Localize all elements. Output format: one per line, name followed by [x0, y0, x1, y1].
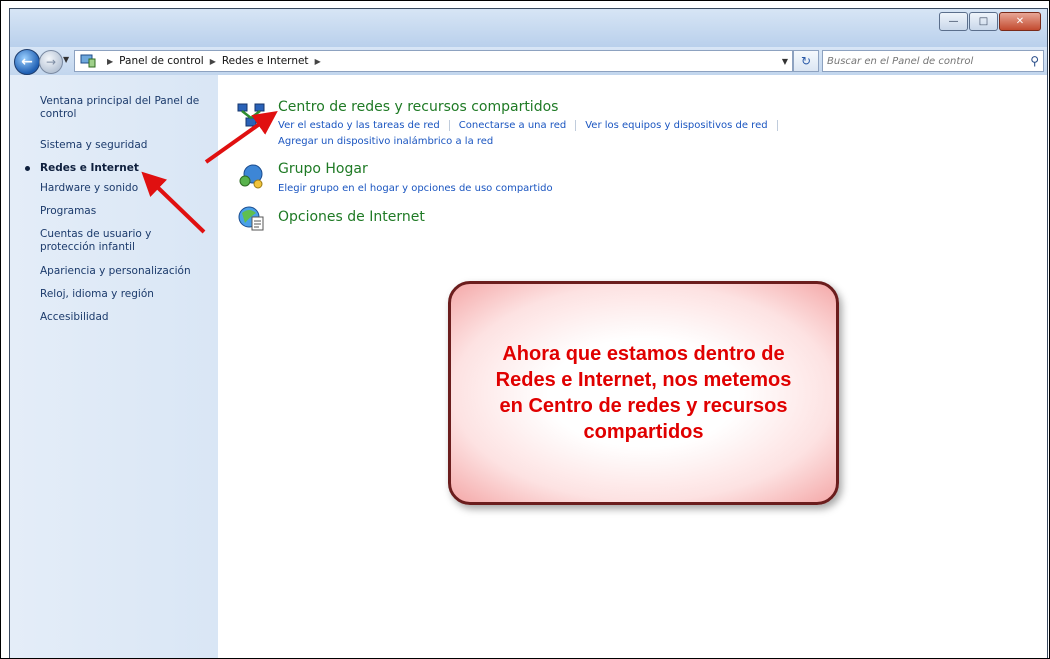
tutorial-callout: Ahora que estamos dentro de Redes e Inte…: [448, 281, 839, 505]
search-input[interactable]: [823, 52, 1019, 70]
network-center-icon[interactable]: [236, 100, 266, 130]
forward-button[interactable]: →: [39, 50, 63, 74]
close-button[interactable]: ✕: [999, 12, 1041, 31]
internet-options-icon[interactable]: [236, 203, 266, 233]
sidebar-item-hardware-sound[interactable]: Hardware y sonido: [40, 182, 210, 195]
maximize-button[interactable]: □: [969, 12, 998, 31]
homegroup-icon[interactable]: [236, 161, 266, 191]
category-links-network-center: Ver el estado y las tareas de red Conect…: [278, 120, 787, 131]
sidebar-item-control-panel-home[interactable]: Ventana principal del Panel de control: [40, 95, 210, 121]
breadcrumb-separator-icon[interactable]: ▶: [107, 57, 113, 66]
back-button[interactable]: ←: [14, 49, 40, 75]
recent-pages-dropdown-icon[interactable]: ▼: [63, 55, 69, 64]
link-divider: [776, 120, 778, 131]
sidebar-item-clock-language[interactable]: Reloj, idioma y región: [40, 288, 210, 301]
navigation-bar: ← → ▼ ▶ Panel de control ▶ Redes e Inter…: [10, 47, 1047, 75]
link-view-network-devices[interactable]: Ver los equipos y dispositivos de red: [585, 120, 767, 131]
control-panel-icon: [79, 54, 97, 68]
breadcrumb-item-network[interactable]: Redes e Internet: [222, 55, 309, 67]
link-connect-to-network[interactable]: Conectarse a una red: [459, 120, 566, 131]
link-divider: [448, 120, 450, 131]
sidebar-item-user-accounts[interactable]: Cuentas de usuario y protección infantil: [40, 228, 190, 254]
window-controls: — □ ✕: [938, 12, 1041, 31]
sidebar: Ventana principal del Panel de control S…: [10, 75, 218, 658]
link-choose-homegroup[interactable]: Elegir grupo en el hogar y opciones de u…: [278, 183, 553, 194]
callout-text: Ahora que estamos dentro de Redes e Inte…: [495, 343, 792, 443]
search-box: ⚲: [822, 50, 1044, 72]
address-bar[interactable]: ▶ Panel de control ▶ Redes e Internet ▶ …: [74, 50, 793, 72]
active-bullet-icon: [25, 166, 30, 171]
category-links-network-center-row2: Agregar un dispositivo inalámbrico a la …: [278, 136, 493, 147]
minimize-button[interactable]: —: [939, 12, 968, 31]
link-divider: [575, 120, 577, 131]
category-title-network-center[interactable]: Centro de redes y recursos compartidos: [278, 99, 558, 115]
search-icon[interactable]: ⚲: [1030, 54, 1039, 68]
title-bar: — □ ✕: [10, 9, 1047, 47]
sidebar-item-accessibility[interactable]: Accesibilidad: [40, 311, 210, 324]
breadcrumb-item-control-panel[interactable]: Panel de control: [119, 55, 204, 67]
refresh-button[interactable]: ↻: [793, 50, 819, 72]
category-title-internet-options[interactable]: Opciones de Internet: [278, 209, 425, 225]
sidebar-item-programs[interactable]: Programas: [40, 205, 210, 218]
link-add-wireless-device[interactable]: Agregar un dispositivo inalámbrico a la …: [278, 136, 493, 147]
category-links-homegroup: Elegir grupo en el hogar y opciones de u…: [278, 183, 553, 194]
sidebar-item-network-internet[interactable]: Redes e Internet: [40, 162, 210, 175]
category-title-homegroup[interactable]: Grupo Hogar: [278, 161, 368, 177]
sidebar-item-appearance[interactable]: Apariencia y personalización: [40, 265, 210, 278]
address-dropdown-icon[interactable]: ▼: [782, 57, 788, 66]
breadcrumb-separator-icon[interactable]: ▶: [210, 57, 216, 66]
sidebar-item-system-security[interactable]: Sistema y seguridad: [40, 139, 210, 152]
breadcrumb-separator-icon[interactable]: ▶: [315, 57, 321, 66]
link-view-network-status[interactable]: Ver el estado y las tareas de red: [278, 120, 440, 131]
